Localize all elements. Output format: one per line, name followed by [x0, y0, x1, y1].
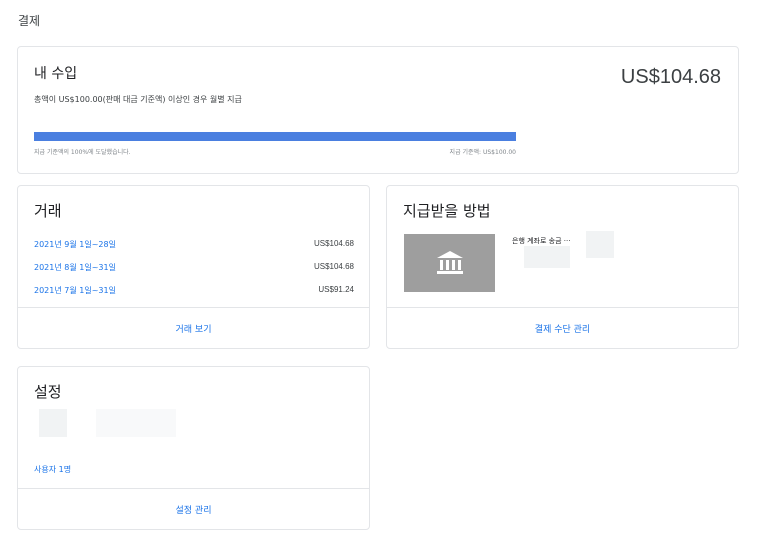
- transactions-heading: 거래: [34, 202, 62, 220]
- transaction-row[interactable]: 2021년 9월 1일~28일 US$104.68: [34, 239, 354, 253]
- settings-card: 설정 사용자 1명 설정 관리: [17, 366, 370, 530]
- users-link[interactable]: 사용자 1명: [34, 464, 71, 475]
- transaction-row[interactable]: 2021년 8월 1일~31일 US$104.68: [34, 262, 354, 276]
- bank-icon: [436, 251, 463, 274]
- settings-heading: 설정: [34, 383, 62, 401]
- transactions-card: 거래 2021년 9월 1일~28일 US$104.68 2021년 8월 1일…: [17, 185, 370, 349]
- earnings-amount: US$104.68: [620, 66, 721, 88]
- transaction-date-link[interactable]: 2021년 8월 1일~31일: [34, 262, 116, 273]
- redacted-user-avatar: [39, 409, 67, 437]
- redacted-user-name: [96, 409, 176, 437]
- bank-account-tile[interactable]: [404, 234, 495, 292]
- manage-payment-methods-link[interactable]: 결제 수단 관리: [387, 307, 738, 348]
- page-title: 결제: [18, 14, 41, 28]
- transaction-date-link[interactable]: 2021년 7월 1일~31일: [34, 285, 116, 296]
- payout-progress-bar: [34, 132, 516, 141]
- payment-method-card: 지급받을 방법 은행 계좌로 송금 ··· 결제 수단 관리: [386, 185, 739, 349]
- earnings-subtitle: 총액이 US$100.00(판매 대금 기준액) 이상인 경우 월별 지급: [34, 95, 242, 104]
- payment-method-heading: 지급받을 방법: [403, 202, 491, 220]
- transaction-amount: US$104.68: [313, 239, 354, 248]
- transaction-date-link[interactable]: 2021년 9월 1일~28일: [34, 239, 116, 250]
- payout-progress-fill: [34, 132, 516, 141]
- manage-settings-link[interactable]: 설정 관리: [18, 488, 369, 529]
- transaction-row[interactable]: 2021년 7월 1일~31일 US$91.24: [34, 285, 354, 299]
- payout-threshold-text: 지급 기준액: US$100.00: [449, 149, 516, 156]
- transaction-amount: US$91.24: [318, 285, 354, 294]
- earnings-heading: 내 수입: [34, 66, 78, 82]
- bank-transfer-label: 은행 계좌로 송금 ···: [512, 237, 571, 245]
- transaction-amount: US$104.68: [313, 262, 354, 271]
- earnings-card: 내 수입 총액이 US$100.00(판매 대금 기준액) 이상인 경우 월별 …: [17, 46, 739, 174]
- redacted-account-info: [524, 246, 570, 268]
- view-transactions-link[interactable]: 거래 보기: [18, 307, 369, 348]
- redacted-account-info: [586, 231, 614, 258]
- progress-status-text: 지급 기준액의 100%에 도달했습니다.: [34, 149, 131, 156]
